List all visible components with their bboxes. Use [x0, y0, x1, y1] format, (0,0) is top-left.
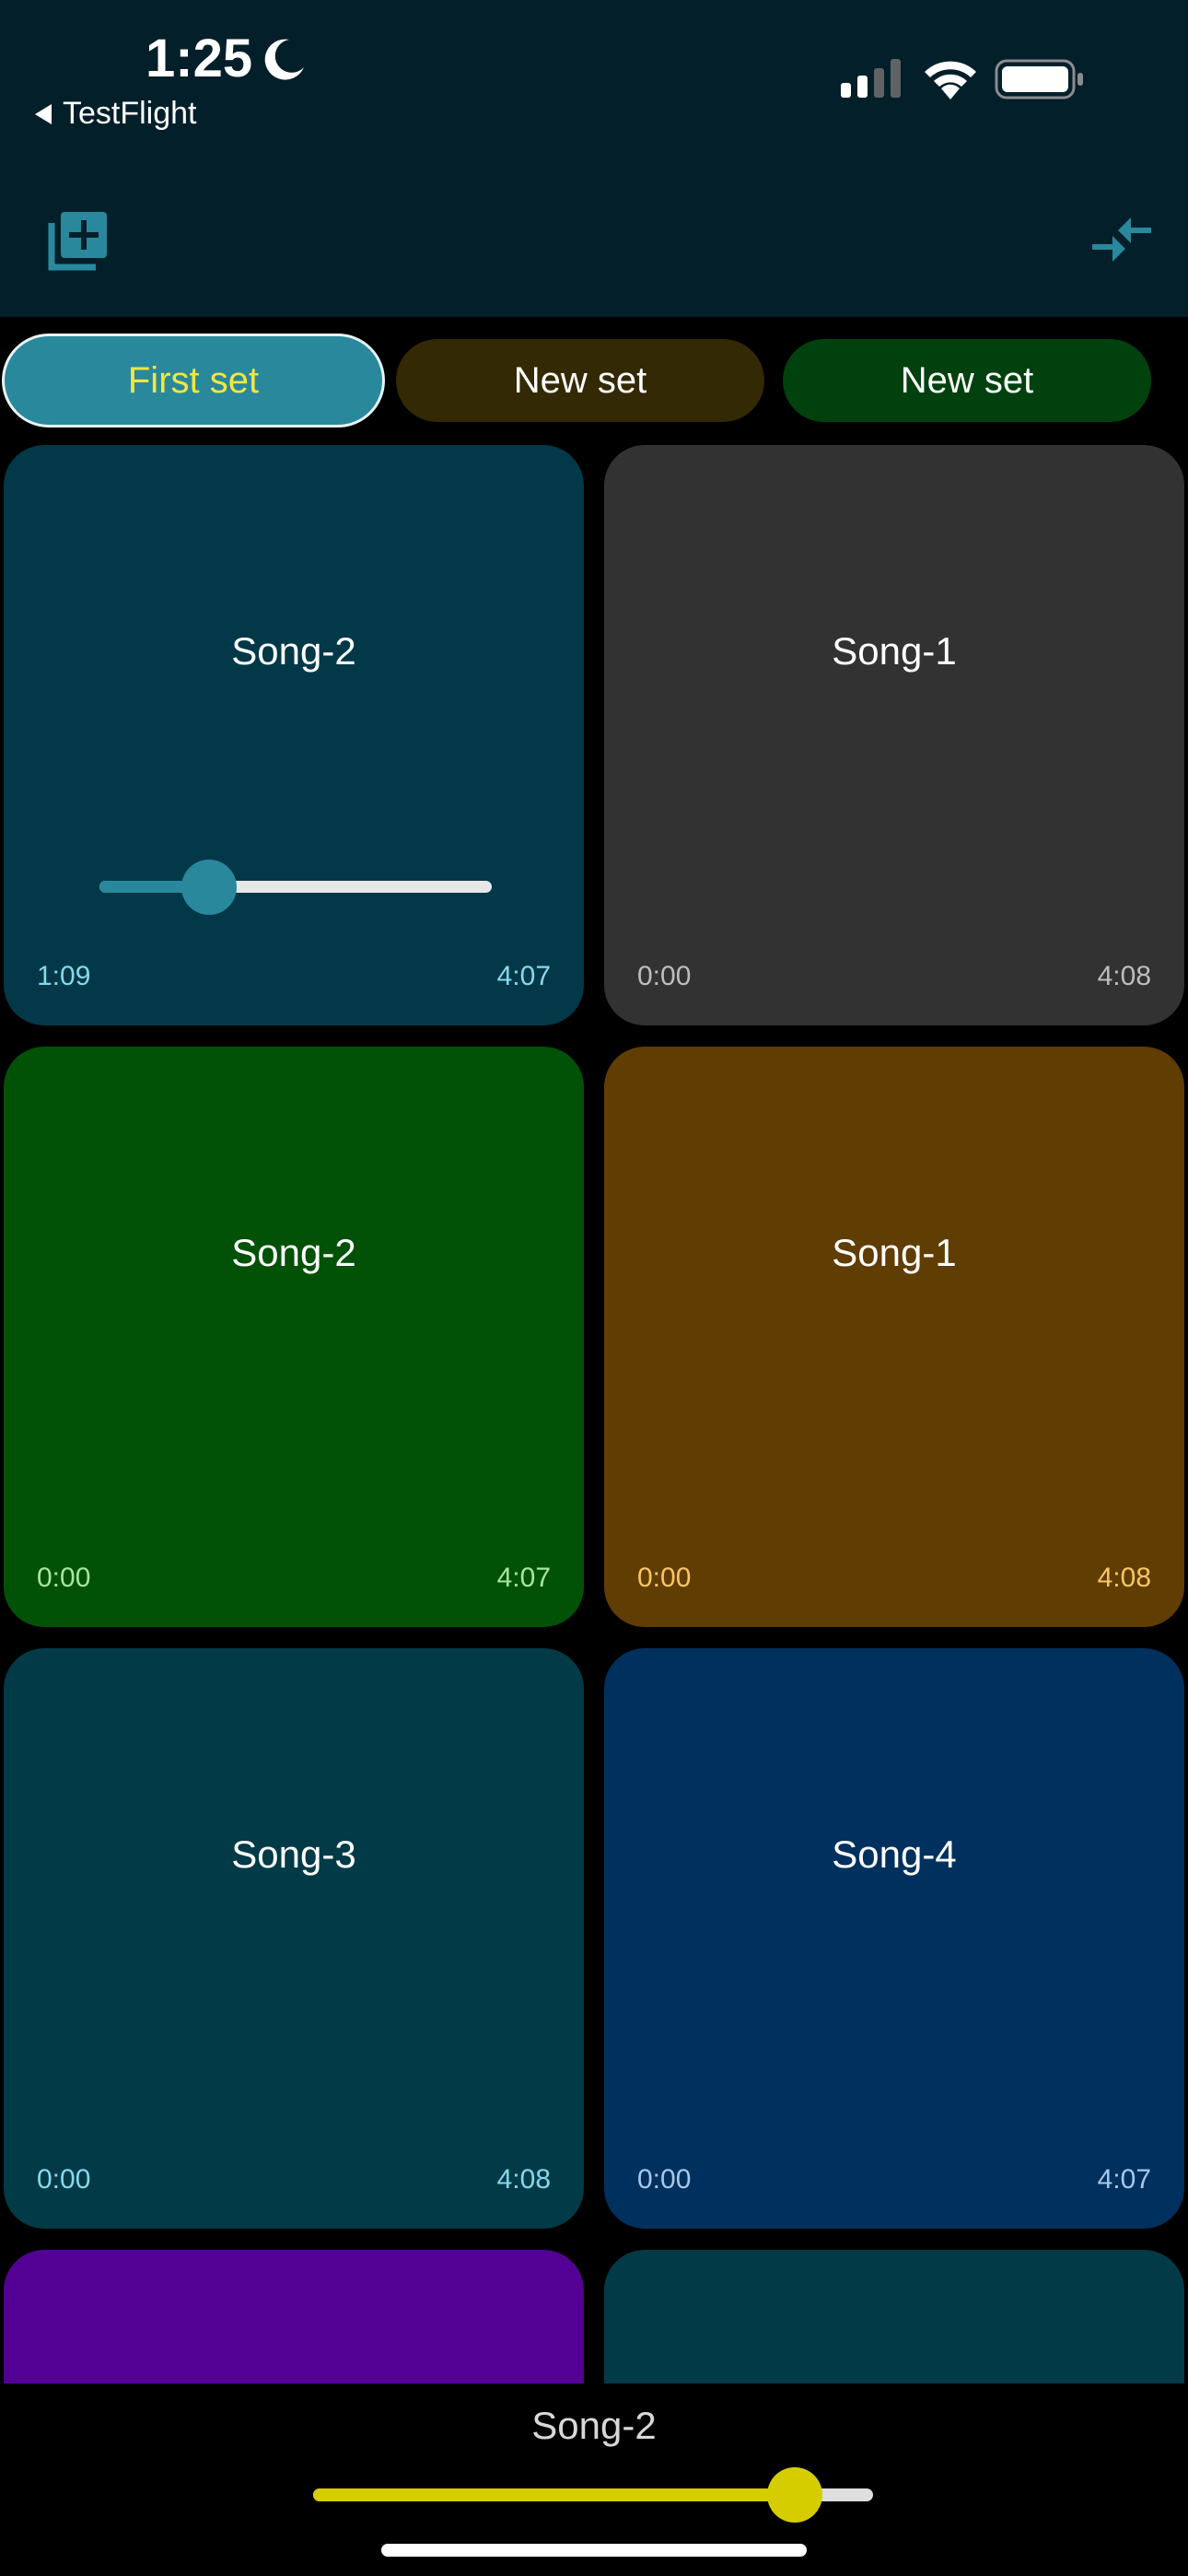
song-duration: 4:08: [1097, 1563, 1151, 1593]
tab-label: First set: [127, 359, 260, 401]
status-time-text: 1:25: [146, 29, 253, 88]
song-elapsed-time: 0:00: [637, 2164, 692, 2195]
song-card[interactable]: Song-1 0:00 4:08: [604, 1047, 1184, 1627]
slider-fill: [313, 2488, 795, 2501]
tab-new-set[interactable]: New set: [783, 339, 1151, 422]
volume-slider[interactable]: [313, 2467, 873, 2523]
tab-label: New set: [513, 359, 647, 401]
song-card[interactable]: Song-3 0:00 4:08: [4, 1648, 584, 2229]
song-duration: 4:07: [1097, 2164, 1151, 2195]
song-duration: 4:08: [496, 2164, 551, 2195]
back-arrow-icon: [35, 103, 52, 124]
battery-icon: [995, 59, 1083, 100]
song-title: Song-2: [231, 1231, 356, 1274]
song-card[interactable]: [604, 2250, 1184, 2383]
back-to-app-link[interactable]: TestFlight: [35, 96, 197, 132]
signal-icon: [841, 59, 901, 98]
song-card[interactable]: [4, 2250, 584, 2383]
song-duration: 4:08: [1097, 961, 1151, 991]
song-elapsed-time: 1:09: [37, 961, 91, 991]
collapse-icon[interactable]: [1092, 214, 1151, 265]
slider-thumb[interactable]: [181, 860, 238, 915]
song-card[interactable]: Song-1 0:00 4:08: [604, 445, 1184, 1025]
song-title: Song-1: [832, 1231, 957, 1274]
song-card[interactable]: Song-4 0:00 4:07: [604, 1648, 1184, 2229]
song-elapsed-time: 0:00: [37, 2164, 91, 2195]
player-bar: Song-2: [0, 2383, 1188, 2576]
now-playing-title: Song-2: [531, 2404, 657, 2447]
home-indicator: [381, 2544, 807, 2557]
song-title: Song-4: [832, 1832, 957, 1876]
back-app-label: TestFlight: [63, 96, 197, 131]
wifi-icon: [925, 61, 976, 100]
song-elapsed-time: 0:00: [637, 1563, 692, 1593]
song-card[interactable]: Song-2 1:09 4:07: [4, 445, 584, 1025]
moon-icon: [264, 39, 305, 80]
slider-thumb[interactable]: [766, 2467, 822, 2523]
song-card[interactable]: Song-2 0:00 4:07: [4, 1047, 584, 1627]
song-progress-slider[interactable]: [99, 860, 492, 915]
song-duration: 4:07: [496, 961, 551, 991]
add-set-icon[interactable]: [46, 208, 111, 273]
song-elapsed-time: 0:00: [37, 1563, 91, 1593]
tab-label: New set: [900, 359, 1034, 401]
status-time: 1:25: [146, 28, 308, 89]
song-title: Song-3: [231, 1832, 356, 1876]
song-title: Song-2: [231, 629, 356, 673]
song-elapsed-time: 0:00: [637, 961, 692, 991]
app-header: 1:25 TestFlight: [0, 0, 1188, 317]
song-duration: 4:07: [496, 1563, 551, 1593]
song-title: Song-1: [832, 629, 957, 673]
tab-new-set[interactable]: New set: [396, 339, 764, 422]
tab-first-set[interactable]: First set: [2, 334, 385, 427]
